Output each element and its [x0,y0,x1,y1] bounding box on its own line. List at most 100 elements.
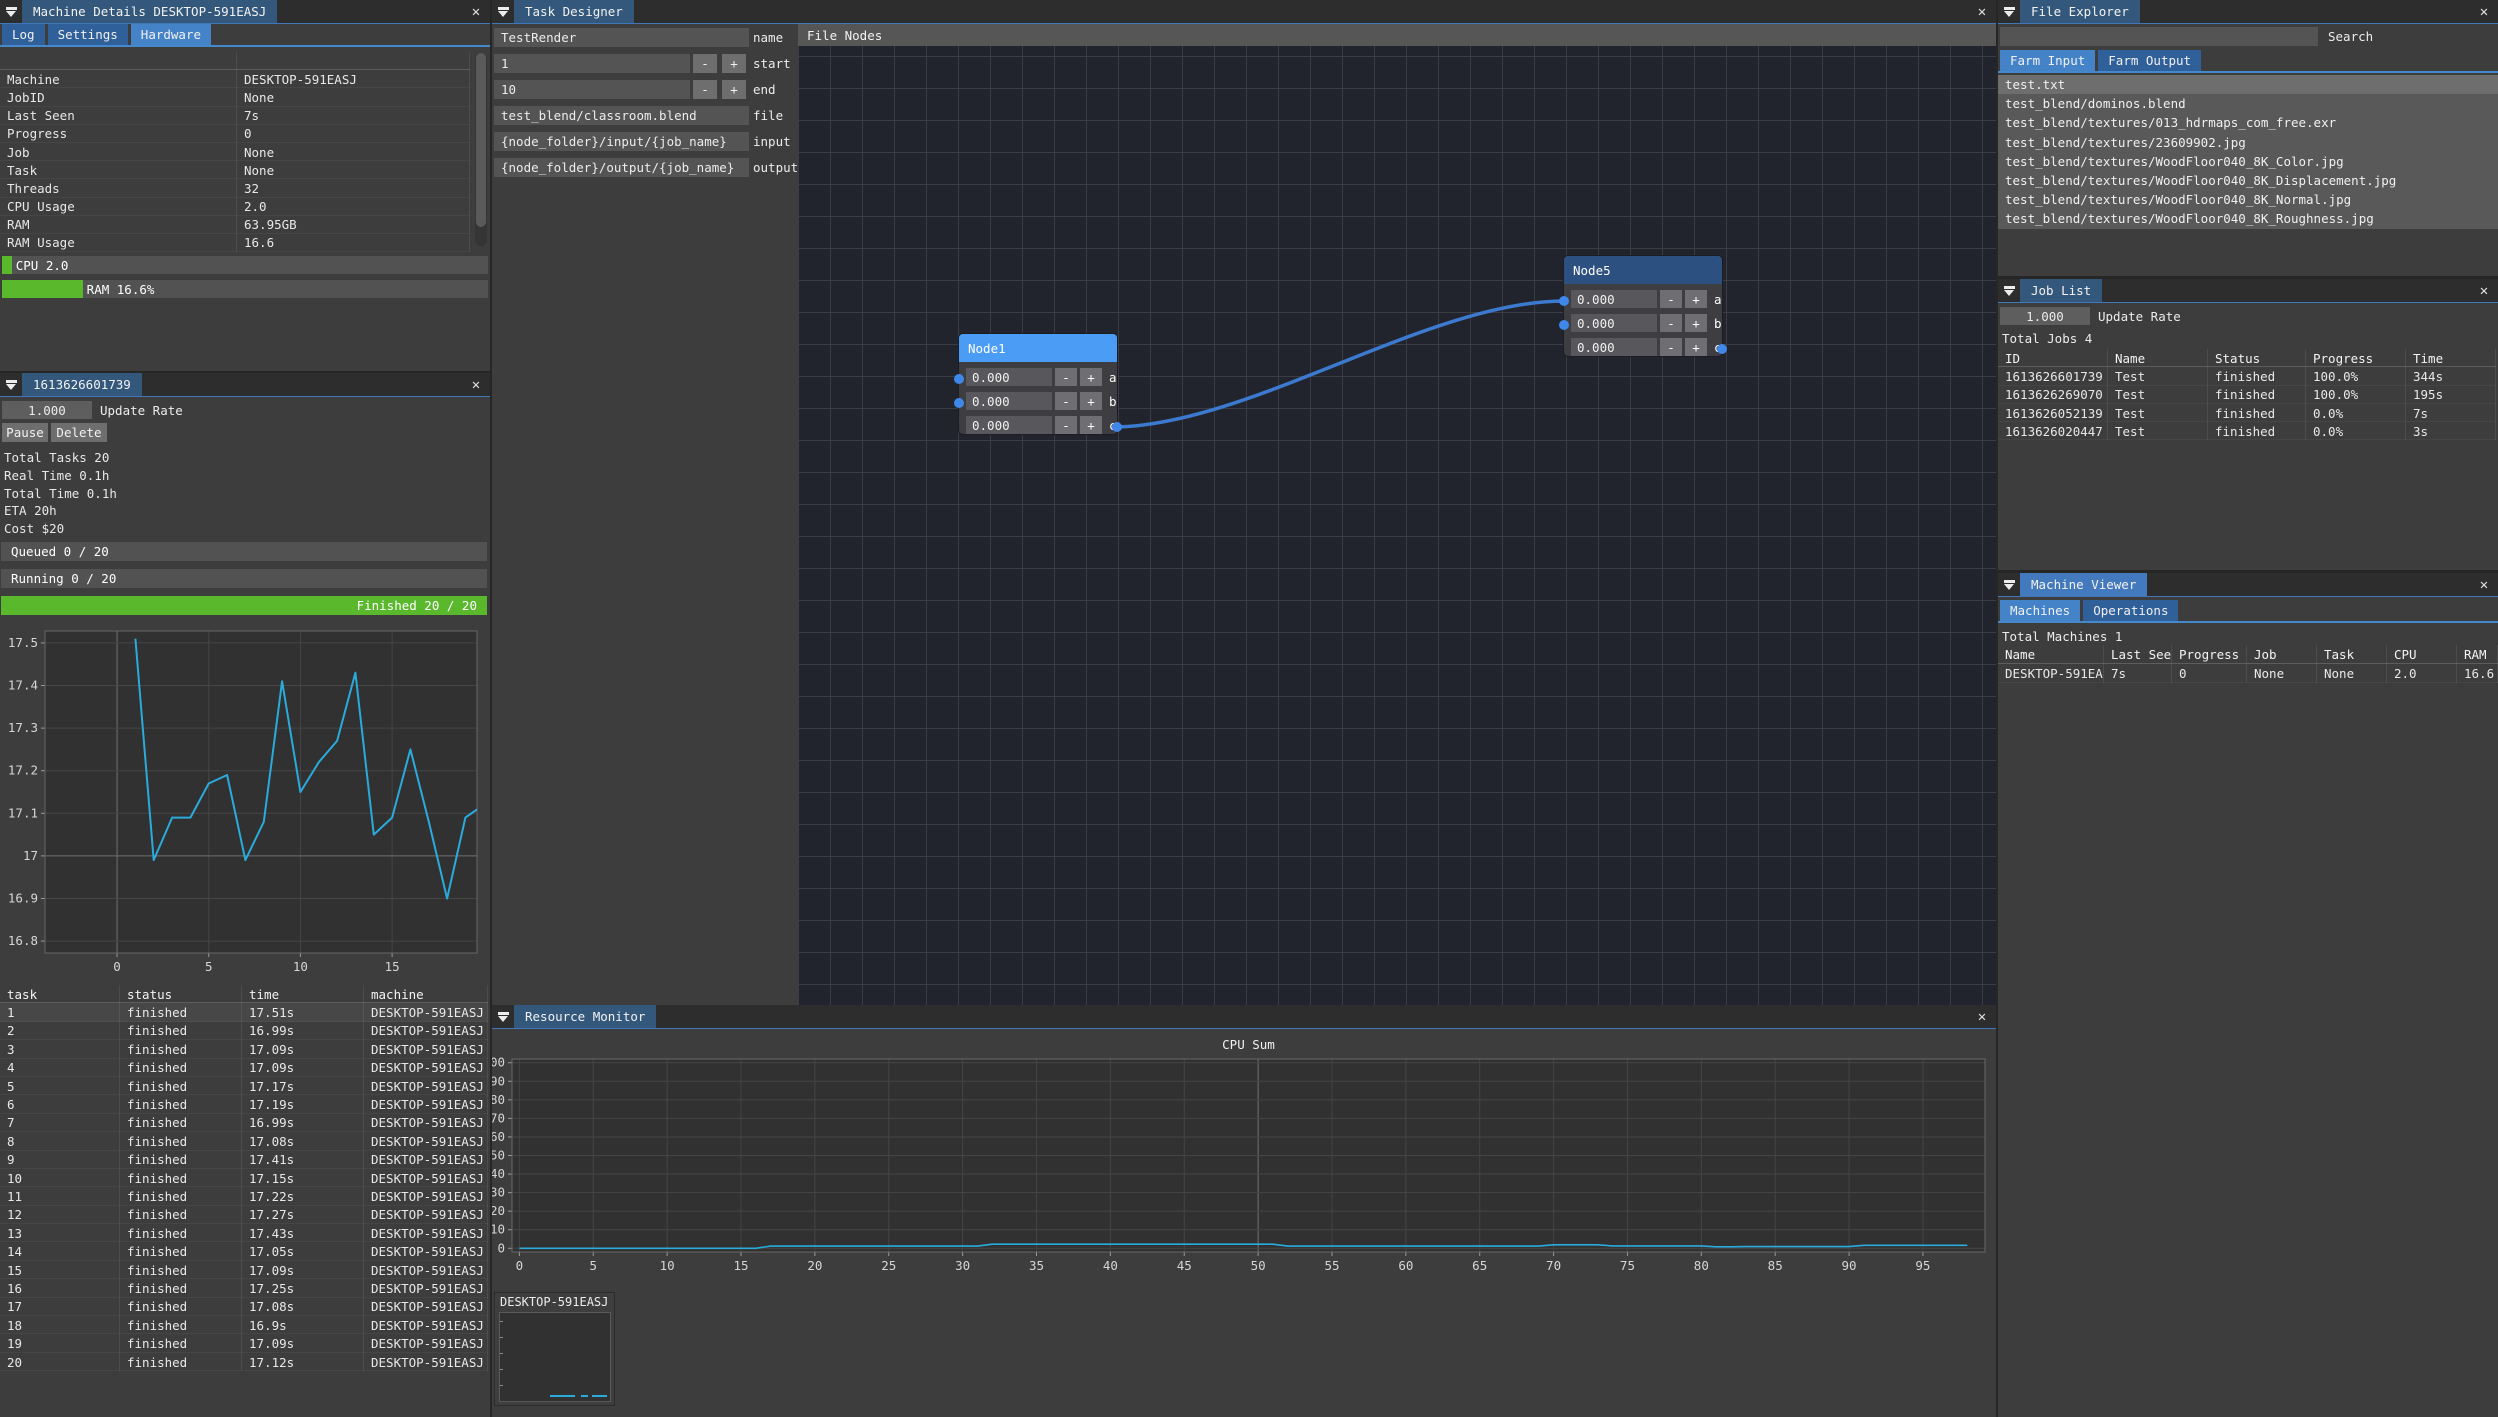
table-row[interactable]: 19finished17.09sDESKTOP-591EASJ [0,1334,488,1352]
collapse-button[interactable] [492,1005,514,1028]
table-row[interactable]: 1613626601739Testfinished100.0%344s [1998,367,2496,385]
input-pin[interactable] [954,398,964,408]
tab-machines[interactable]: Machines [2000,600,2080,621]
table-row[interactable]: 11finished17.22sDESKTOP-591EASJ [0,1187,488,1205]
table-row[interactable]: 1613626020447Testfinished0.0%3s [1998,422,2496,440]
plus-button[interactable]: + [722,54,746,73]
close-icon[interactable]: ✕ [465,0,487,23]
pause-button[interactable]: Pause [2,423,48,442]
table-row[interactable]: 9finished17.41sDESKTOP-591EASJ [0,1151,488,1169]
window-title[interactable]: Resource Monitor [514,1005,656,1028]
collapse-button[interactable] [492,0,514,23]
table-row[interactable]: JobIDNone [0,88,470,106]
close-icon[interactable]: ✕ [2473,279,2495,302]
window-title[interactable]: Task Designer [514,0,634,23]
file-item[interactable]: test_blend/textures/WoodFloor040_8K_Norm… [1998,190,2498,209]
table-row[interactable]: JobNone [0,143,470,161]
collapse-button[interactable] [1998,279,2020,302]
input-pin[interactable] [1559,296,1569,306]
file-item[interactable]: test.txt [1998,75,2498,94]
table-row[interactable]: 1613626269070Testfinished100.0%195s [1998,386,2496,404]
tab-farm-input[interactable]: Farm Input [2000,50,2095,71]
file-nodes-editor[interactable]: File Nodes Node10.000-+a0.000-+b0.000-+c… [798,24,1996,1005]
table-row[interactable]: 14finished17.05sDESKTOP-591EASJ [0,1242,488,1260]
update-rate-input[interactable]: 1.000 [2,401,92,419]
table-row[interactable]: TaskNone [0,161,470,179]
input-pin[interactable] [954,374,964,384]
column-header: RAM [2457,645,2498,664]
window-title[interactable]: File Explorer [2020,0,2140,23]
output-pin[interactable] [1717,344,1727,354]
field-name-input[interactable]: TestRender [494,28,749,47]
column-header: Progress [2306,349,2406,367]
field-start-input[interactable]: 1 [494,54,690,73]
close-icon[interactable]: ✕ [1971,0,1993,23]
table-row[interactable]: 13finished17.43sDESKTOP-591EASJ [0,1224,488,1242]
input-pin[interactable] [1559,320,1569,330]
table-row[interactable]: 7finished16.99sDESKTOP-591EASJ [0,1114,488,1132]
field-input-input[interactable]: {node_folder}/input/{job_name} [494,132,749,151]
file-item[interactable]: test_blend/textures/WoodFloor040_8K_Disp… [1998,171,2498,190]
window-title[interactable]: Machine Details DESKTOP-591EASJ [22,0,277,23]
table-row[interactable]: 15finished17.09sDESKTOP-591EASJ [0,1261,488,1279]
table-row[interactable]: 6finished17.19sDESKTOP-591EASJ [0,1095,488,1113]
field-end-input[interactable]: 10 [494,80,690,99]
window-title[interactable]: Machine Viewer [2020,573,2147,596]
table-row[interactable]: Progress0 [0,125,470,143]
table-cell: DESKTOP-591EASJ [364,1003,488,1021]
tab-operations[interactable]: Operations [2083,600,2178,621]
close-icon[interactable]: ✕ [1971,1005,1993,1028]
table-row[interactable]: MachineDESKTOP-591EASJ [0,70,470,88]
file-item[interactable]: test_blend/textures/013_hdrmaps_com_free… [1998,113,2498,132]
table-row[interactable]: 3finished17.09sDESKTOP-591EASJ [0,1040,488,1058]
table-row[interactable]: Threads32 [0,179,470,197]
field-output-input[interactable]: {node_folder}/output/{job_name} [494,158,749,177]
collapse-button[interactable] [1998,0,2020,23]
close-icon[interactable]: ✕ [2473,0,2495,23]
table-row[interactable]: 10finished17.15sDESKTOP-591EASJ [0,1169,488,1187]
delete-button[interactable]: Delete [51,423,107,442]
table-row[interactable]: 5finished17.17sDESKTOP-591EASJ [0,1077,488,1095]
table-row[interactable]: 1finished17.51sDESKTOP-591EASJ [0,1003,488,1021]
table-row[interactable]: DESKTOP-591EASJ7s0NoneNone2.016.6 [1998,664,2498,683]
field-file-input[interactable]: test_blend/classroom.blend [494,106,749,125]
tab-hardware[interactable]: Hardware [131,24,211,45]
table-row[interactable]: 1613626052139Testfinished0.0%7s [1998,404,2496,422]
file-item[interactable]: test_blend/textures/WoodFloor040_8K_Colo… [1998,152,2498,171]
tab-settings[interactable]: Settings [48,24,128,45]
table-row[interactable]: RAM Usage16.6 [0,234,470,252]
tab-log[interactable]: Log [2,24,45,45]
machine-thumbnail[interactable]: DESKTOP-591EASJ [494,1292,615,1406]
window-title[interactable]: 1613626601739 [22,373,142,396]
output-pin[interactable] [1112,422,1122,432]
window-title[interactable]: Job List [2020,279,2102,302]
file-item[interactable]: test_blend/textures/WoodFloor040_8K_Roug… [1998,209,2498,228]
minus-button[interactable]: - [693,80,717,99]
table-row[interactable]: 17finished17.08sDESKTOP-591EASJ [0,1298,488,1316]
update-rate-input[interactable]: 1.000 [2000,307,2090,325]
table-row[interactable]: 8finished17.08sDESKTOP-591EASJ [0,1132,488,1150]
collapse-button[interactable] [1998,573,2020,596]
cpu-sum-chart[interactable]: 0510152025303540455055606570758085909501… [492,1029,1996,1285]
table-row[interactable]: 12finished17.27sDESKTOP-591EASJ [0,1206,488,1224]
search-input[interactable] [2000,27,2318,46]
table-row[interactable]: 16finished17.25sDESKTOP-591EASJ [0,1279,488,1297]
table-row[interactable]: 4finished17.09sDESKTOP-591EASJ [0,1059,488,1077]
close-icon[interactable]: ✕ [465,373,487,396]
table-row[interactable]: CPU Usage2.0 [0,198,470,216]
tab-farm-output[interactable]: Farm Output [2098,50,2201,71]
file-item[interactable]: test_blend/dominos.blend [1998,94,2498,113]
table-row[interactable]: 2finished16.99sDESKTOP-591EASJ [0,1022,488,1040]
close-icon[interactable]: ✕ [2473,573,2495,596]
table-row[interactable]: RAM63.95GB [0,216,470,234]
scrollbar[interactable] [475,53,487,246]
table-row[interactable]: 20finished17.12sDESKTOP-591EASJ [0,1353,488,1371]
file-item[interactable]: test_blend/textures/23609902.jpg [1998,133,2498,152]
task-times-chart[interactable]: 05101517.517.417.317.217.11716.916.8 [0,621,490,983]
table-row[interactable]: Last Seen7s [0,107,470,125]
collapse-button[interactable] [0,0,22,23]
table-row[interactable]: 18finished16.9sDESKTOP-591EASJ [0,1316,488,1334]
collapse-button[interactable] [0,373,22,396]
minus-button[interactable]: - [693,54,717,73]
plus-button[interactable]: + [722,80,746,99]
